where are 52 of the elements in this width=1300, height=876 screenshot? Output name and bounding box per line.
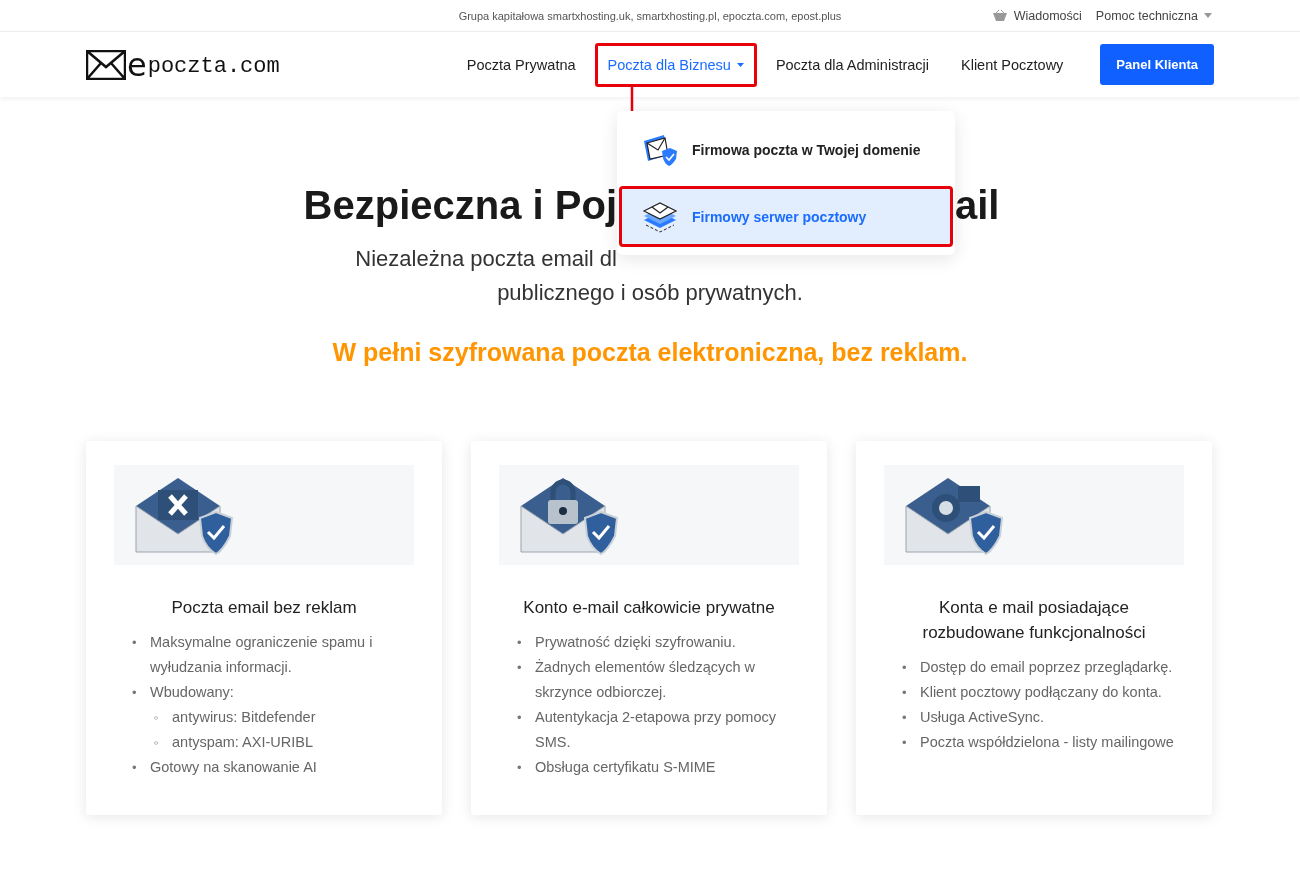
bullet-marker: ◦ [154, 734, 160, 752]
heading-text: ail [955, 183, 1001, 228]
nav-link[interactable]: Poczta dla Biznesu [594, 42, 757, 87]
menu-item[interactable]: Firmowa poczta w Twojej domenie [619, 119, 953, 180]
feature-text: Klient pocztowy podłączany do konta. [920, 683, 1162, 702]
envelope-icon [86, 49, 126, 80]
bullet-marker: • [902, 684, 908, 702]
panel-button[interactable]: Panel Klienta [1100, 44, 1214, 85]
feature-text: Usługa ActiveSync. [920, 708, 1045, 727]
feature-text: antywirus: Bitdefender [172, 708, 316, 727]
menu-item[interactable]: Firmowy serwer pocztowy [619, 186, 953, 247]
bullet-marker: ◦ [154, 709, 160, 727]
bullet-marker: • [517, 709, 523, 727]
bullet-marker: • [517, 634, 523, 652]
nav-link[interactable]: Klient Pocztowy [948, 42, 1077, 87]
feature-text: Żadnych elementów śledzących w skrzynce odbiorczej. [535, 658, 757, 702]
bullet-marker: • [132, 759, 138, 777]
basket-icon [991, 9, 1008, 22]
card-title: Poczta email bez reklam [171, 597, 357, 619]
logo-initial: e [127, 52, 147, 80]
top-link[interactable]: Pomoc techniczna [1095, 8, 1198, 23]
bullet-marker: • [517, 759, 523, 777]
feature-text: antyspam: AXI-URIBL [172, 733, 314, 752]
feature-text: Autentykacja 2-etapowa przy pomocy SMS. [535, 708, 777, 752]
feature-text: Maksymalne ograniczenie spamu i wyłudzania informacji. [150, 633, 374, 677]
bullet-marker: • [132, 634, 138, 652]
feature-text: Prywatność dzięki szyfrowaniu. [535, 633, 736, 652]
card-title: Konto e-mail całkowicie prywatne [523, 597, 775, 619]
bullet-marker: • [517, 659, 523, 677]
nav-link[interactable]: Poczta dla Administracji [762, 42, 942, 87]
subtitle-text: publicznego i osób prywatnych. [496, 279, 804, 307]
caret-icon [1204, 13, 1212, 18]
envelope-shield-icon [642, 132, 678, 167]
bullet-marker: • [902, 659, 908, 677]
card-title: Konta e mail posiadające rozbudowane funkcjonalności [921, 597, 1147, 644]
bullet-marker: • [902, 709, 908, 727]
logo[interactable]: epoczta.com [86, 49, 280, 80]
group-text: Grupa kapitałowa smartxhosting.uk, smartxhosting.pl, epoczta.com, epost.plus [458, 9, 842, 22]
subtitle-text: Niezależna poczta email dl [354, 245, 617, 273]
tagline-text: W pełni szyfrowana poczta elektroniczna, bez reklam. [331, 338, 969, 367]
feature-text: Poczta współdzielona - listy mailingowe [920, 733, 1174, 752]
nav-link[interactable]: Poczta Prywatna [453, 42, 589, 87]
bullet-marker: • [902, 734, 908, 752]
top-link[interactable]: Wiadomości [1013, 8, 1082, 23]
feature-text: Wbudowany: [150, 683, 234, 702]
feature-text: Gotowy na skanowanie AI [150, 758, 317, 777]
bullet-marker: • [132, 684, 138, 702]
logo-text: poczta.com [147, 55, 280, 80]
heading-text: Bezpieczna i Poj [302, 183, 617, 228]
feature-text: Obsługa certyfikatu S-MIME [535, 758, 716, 777]
caret-icon [736, 62, 744, 67]
feature-text: Dostęp do email poprzez przeglądarkę. [920, 658, 1173, 677]
